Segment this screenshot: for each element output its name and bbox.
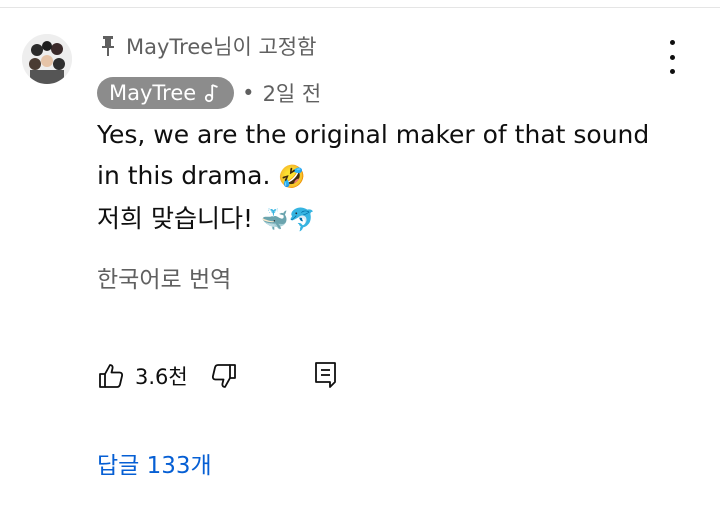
comment-line: 저희 맞습니다! 🐳🐬	[97, 198, 677, 241]
comment-line: in this drama. 🤣	[97, 155, 677, 198]
top-divider	[0, 0, 720, 8]
more-dot-icon	[669, 54, 675, 60]
dislike-button[interactable]	[210, 362, 238, 390]
reply-comment-icon	[315, 362, 336, 388]
view-replies-link[interactable]: 답글 133개	[97, 446, 212, 480]
separator-dot: •	[242, 81, 255, 105]
author-chip[interactable]: MayTree	[97, 77, 235, 109]
comment-header: MayTree • 2일 전	[97, 77, 321, 109]
whale-dolphin-emoji: 🐳🐬	[260, 208, 316, 233]
more-dot-icon	[669, 40, 675, 45]
pinned-label: MayTree님이 고정함	[126, 35, 317, 59]
author-name: MayTree	[109, 81, 197, 105]
comment-text: in this drama.	[97, 161, 271, 190]
thumbs-up-icon	[99, 364, 124, 388]
more-options-button[interactable]	[660, 40, 684, 74]
more-dot-icon	[669, 69, 675, 74]
reply-button[interactable]	[313, 360, 339, 394]
channel-avatar[interactable]	[22, 34, 72, 84]
comment-timestamp: 2일 전	[262, 82, 322, 106]
like-count: 3.6천	[135, 365, 188, 389]
translate-button[interactable]: 한국어로 번역	[97, 260, 231, 294]
comment-body: Yes, we are the original maker of that s…	[97, 114, 677, 241]
pin-icon	[102, 36, 114, 56]
comment-text: 저희 맞습니다!	[97, 204, 253, 233]
pinned-indicator: MayTree님이 고정함	[100, 30, 316, 62]
music-note-icon	[205, 84, 218, 103]
comment-actions: 3.6천	[97, 358, 238, 394]
rofl-emoji: 🤣	[278, 165, 306, 190]
thumbs-down-icon	[211, 364, 236, 388]
comment-line: Yes, we are the original maker of that s…	[97, 120, 650, 149]
like-button[interactable]: 3.6천	[97, 361, 188, 391]
